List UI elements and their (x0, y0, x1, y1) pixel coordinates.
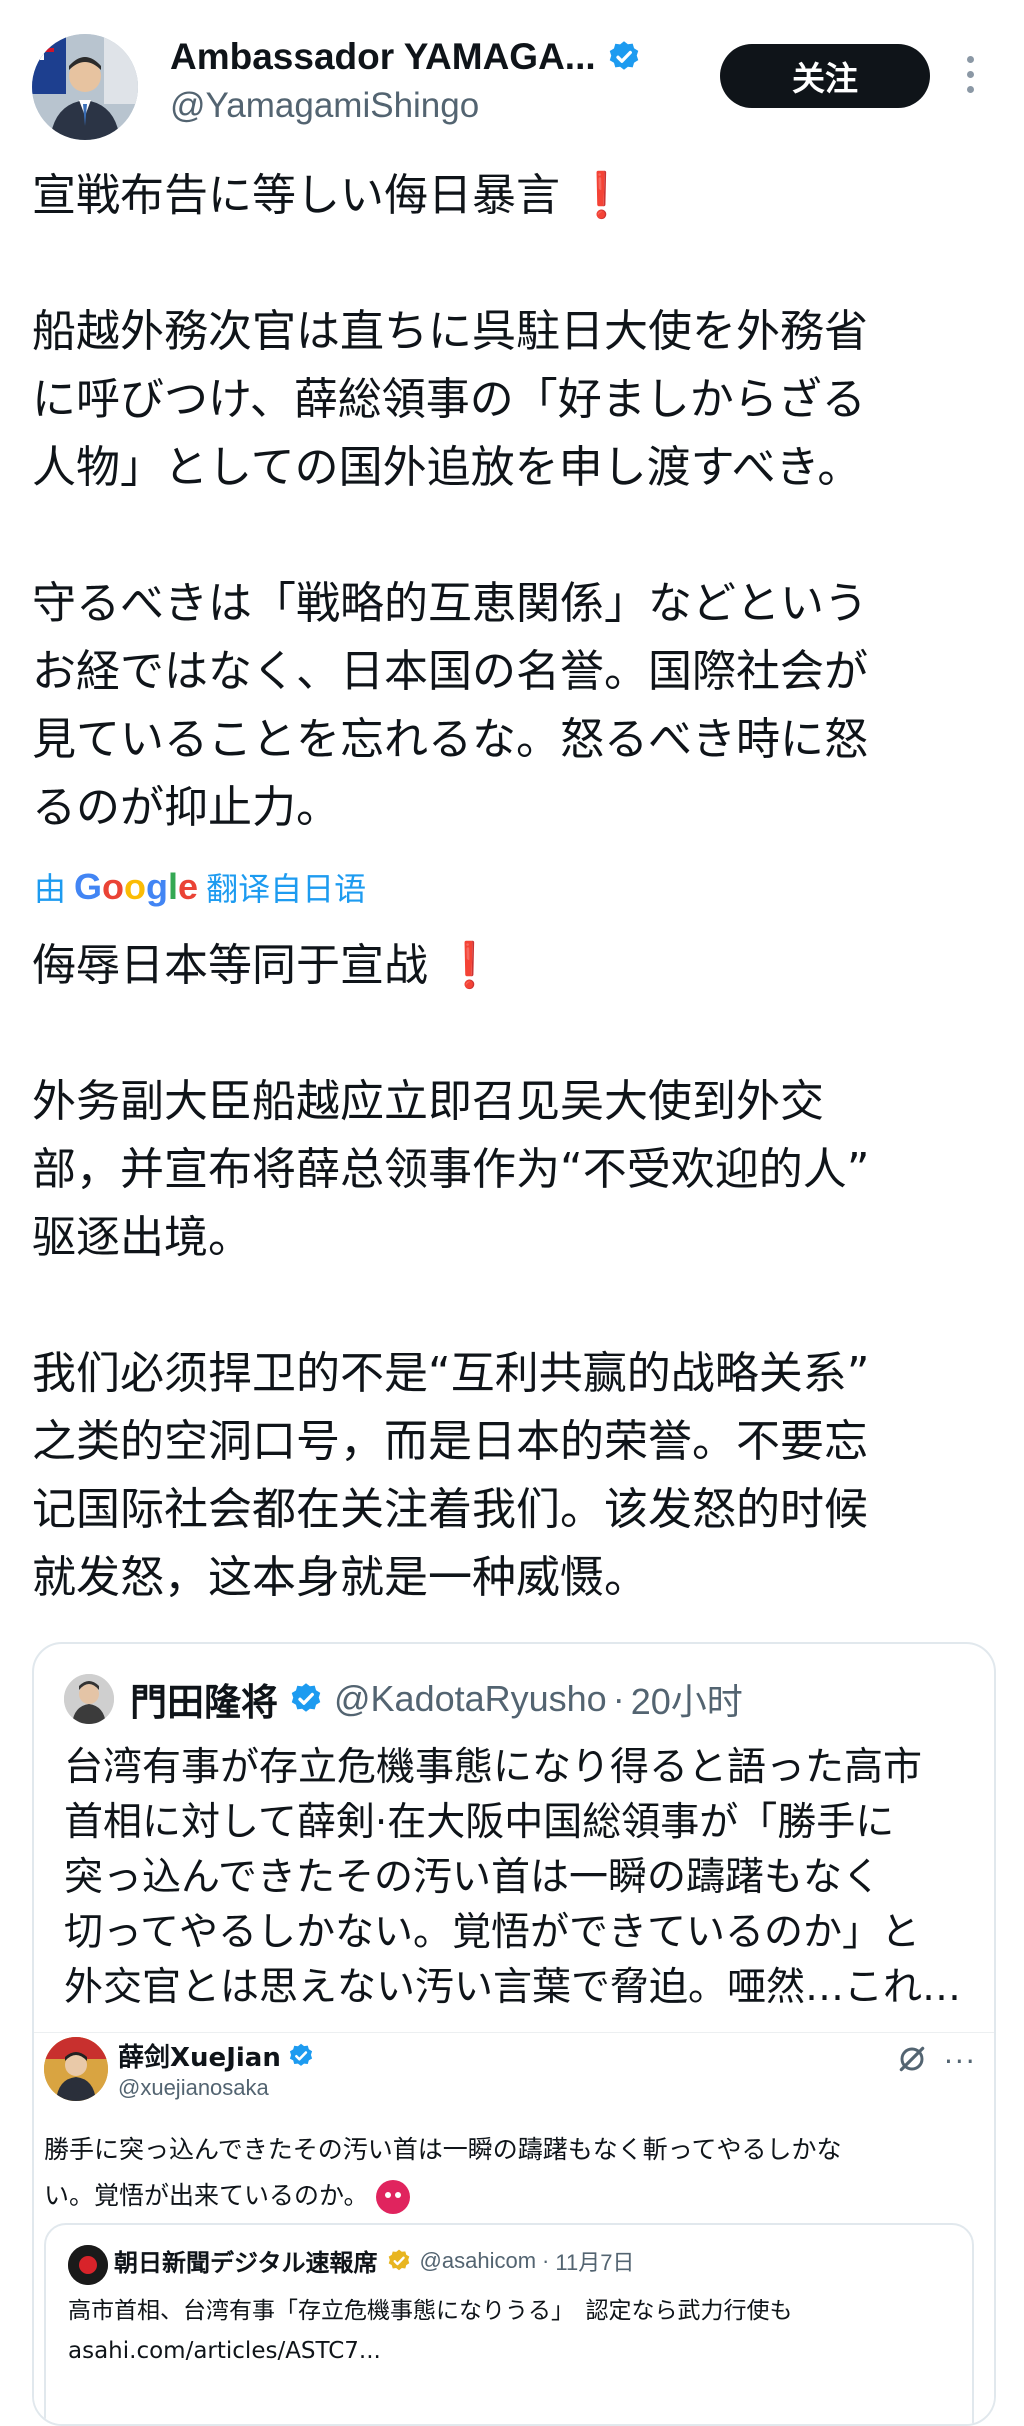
author-handle[interactable]: @YamagamiShingo (170, 86, 479, 126)
person-avatar-icon (64, 1674, 114, 1724)
verified-badge-icon (609, 41, 638, 70)
gold-verified-badge-icon (388, 2249, 409, 2270)
screenshot-author-handle: @xuejianosaka (118, 2075, 269, 2100)
translated-rest: 外务副大臣船越应立即召见吴大使到外交 部，并宣布将薛总领事作为“不受欢迎的人” … (32, 1076, 870, 1603)
more-options-icon[interactable] (960, 56, 980, 100)
screenshot-header: 薛剑XueJian (118, 2037, 315, 2074)
separator-dot: · (542, 2247, 550, 2273)
quote-author-name[interactable]: 門田隆将 (130, 1672, 278, 1726)
author-name-row: Ambassador YAMAGA... (170, 36, 642, 78)
translation-prefix: 由 (34, 870, 67, 908)
author-avatar[interactable] (32, 34, 138, 140)
original-rest: 船越外務次官は直ちに呉駐日大使を外務省 に呼びつけ、薛総領事の「好ましからざる … (32, 306, 868, 833)
quote-text: 台湾有事が存立危機事態になり得ると語った高市 首相に対して薛剣·在大阪中国総領事… (64, 1745, 962, 2010)
translation-suffix: 翻译自日语 (206, 870, 367, 908)
screenshot-more-icon: ··· (944, 2045, 977, 2078)
screenshot-text-body: 勝手に突っ込んできたその汚い首は一瞬の躊躇もなく斬ってやるしかな い。覚悟が出来… (44, 2135, 842, 2210)
grok-icon (899, 2046, 925, 2072)
exclamation-icon: ❗ (574, 170, 629, 221)
nested-timestamp: 11月7日 (555, 2249, 635, 2275)
follow-button[interactable]: 关注 (720, 44, 930, 108)
angry-face-icon (376, 2180, 411, 2214)
quote-author-handle[interactable]: @KadotaRyusho (334, 1678, 607, 1720)
separator-dot: · (612, 1678, 625, 1719)
verified-badge-icon (289, 2043, 312, 2066)
tweet-text-translated: 侮辱日本等同于宣战 ❗ 外务副大臣船越应立即召见吴大使到外交 部，并宣布将薛总领… (32, 932, 992, 1612)
translation-attribution[interactable]: 由 Google 翻译自日语 (34, 864, 366, 910)
google-logo-icon: Google (74, 866, 199, 907)
original-line1: 宣戦布告に等しい侮日暴言 (32, 170, 560, 221)
ambassador-portrait-icon (32, 34, 138, 140)
verified-badge-icon (291, 1683, 321, 1712)
asahi-logo-icon (68, 2245, 108, 2285)
nested-author-name: 朝日新聞デジタル速報席 (114, 2249, 378, 2277)
nested-header: 朝日新聞デジタル速報席 @asahicom · 11月7日 (114, 2243, 634, 2278)
quoted-tweet-card[interactable]: 門田隆将 @KadotaRyusho · 20小时 台湾有事が存立危機事態になり… (32, 1642, 996, 2426)
exclamation-icon: ❗ (442, 940, 497, 991)
screenshot-author-name: 薛剑XueJian (118, 2043, 281, 2073)
quote-timestamp[interactable]: 20小时 (631, 1673, 743, 1725)
embedded-screenshot: 薛剑XueJian @xuejianosaka ··· 勝手に突っ込んできたその… (34, 2032, 994, 2424)
quote-header: 門田隆将 @KadotaRyusho · 20小时 (130, 1672, 743, 1726)
nested-text: 高市首相、台湾有事「存立危機事態になりうる」 認定なら武力行使も asahi.c… (68, 2298, 793, 2364)
author-display-name[interactable]: Ambassador YAMAGA... (170, 36, 596, 78)
person-avatar-icon (44, 2037, 108, 2101)
tweet-header: Ambassador YAMAGA... @YamagamiShingo 关注 (0, 0, 1024, 150)
tweet-text-original: 宣戦布告に等しい侮日暴言 ❗ 船越外務次官は直ちに呉駐日大使を外務省 に呼びつけ… (32, 162, 992, 842)
screenshot-text: 勝手に突っ込んできたその汚い首は一瞬の躊躇もなく斬ってやるしかな い。覚悟が出来… (44, 2127, 974, 2219)
screenshot-author-avatar (44, 2037, 108, 2101)
translated-line1: 侮辱日本等同于宣战 (32, 940, 428, 991)
quote-author-avatar (64, 1674, 114, 1724)
nested-author-handle: @asahicom (419, 2247, 537, 2273)
